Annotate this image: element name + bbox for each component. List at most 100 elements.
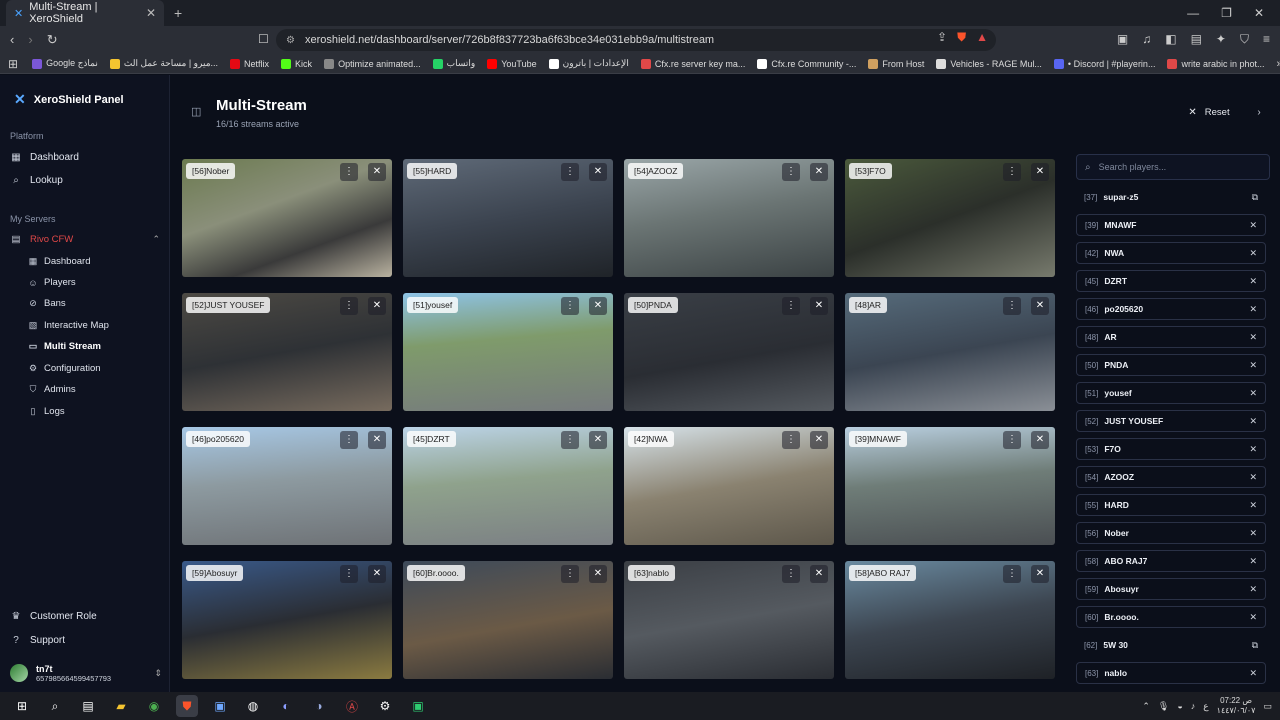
more-vertical-icon[interactable]: ⋮	[340, 565, 358, 583]
stream-tile[interactable]: [58]ABO RAJ7 ⋮ ✕	[845, 561, 1055, 679]
close-icon[interactable]: ✕	[810, 297, 828, 315]
close-icon[interactable]: ✕	[589, 565, 607, 583]
network-icon[interactable]: ◒	[1177, 701, 1182, 711]
stream-tile[interactable]: [45]DZRT ⋮ ✕	[403, 427, 613, 545]
bookmark-icon[interactable]: ☐	[258, 32, 269, 46]
search-icon[interactable]: ⌕	[44, 695, 66, 717]
stream-tile[interactable]: [53]F7O ⋮ ✕	[845, 159, 1055, 277]
bookmark-item[interactable]: الإعدادات | باترون	[548, 58, 629, 69]
remove-stream-icon[interactable]: ✕	[1249, 304, 1257, 315]
server-toggle[interactable]: ▤ Rivo CFW ⌃	[10, 234, 161, 245]
minimize-button[interactable]: —	[1187, 6, 1199, 20]
remove-stream-icon[interactable]: ✕	[1249, 612, 1257, 623]
close-icon[interactable]: ✕	[1031, 431, 1049, 449]
player-row[interactable]: [62] 5W 30 ⧉	[1076, 634, 1266, 656]
stream-tile[interactable]: [56]Nober ⋮ ✕	[182, 159, 392, 277]
stream-tile[interactable]: [52]JUST YOUSEF ⋮ ✕	[182, 293, 392, 411]
sidebar-item-server-dashboard[interactable]: ▦ Dashboard	[28, 256, 91, 267]
sidebar-item-interactive-map[interactable]: ▧ Interactive Map	[28, 320, 109, 331]
remove-stream-icon[interactable]: ✕	[1249, 220, 1257, 231]
player-row[interactable]: [56] Nober ✕	[1076, 522, 1266, 544]
discord-icon[interactable]: ◐	[275, 695, 297, 717]
stream-tile[interactable]: [59]Abosuyr ⋮ ✕	[182, 561, 392, 679]
stream-tile[interactable]: [63]nablo ⋮ ✕	[624, 561, 834, 679]
close-icon[interactable]: ✕	[368, 163, 386, 181]
sidebar-item-bans[interactable]: ⊘ Bans	[28, 298, 65, 309]
steam-icon[interactable]: ◑	[308, 695, 330, 717]
bookmark-item[interactable]: Optimize animated...	[324, 58, 421, 69]
file-explorer-icon[interactable]: ▰	[110, 695, 132, 717]
remove-stream-icon[interactable]: ✕	[1249, 416, 1257, 427]
sidebar-item-lookup[interactable]: ⌕ Lookup	[10, 175, 63, 186]
reload-icon[interactable]: ↻	[47, 32, 58, 48]
url-field[interactable]: ⚙ xeroshield.net/dashboard/server/726b8f…	[276, 29, 996, 51]
stream-tile[interactable]: [48]AR ⋮ ✕	[845, 293, 1055, 411]
brave-shield-icon[interactable]: ⛊	[957, 30, 966, 45]
close-icon[interactable]: ✕	[1031, 163, 1049, 181]
media-icon[interactable]: ♫	[1142, 32, 1151, 47]
player-row[interactable]: [60] Br.oooo. ✕	[1076, 606, 1266, 628]
close-icon[interactable]: ✕	[589, 297, 607, 315]
remove-stream-icon[interactable]: ✕	[1249, 248, 1257, 259]
close-icon[interactable]: ✕	[368, 565, 386, 583]
sidebar-item-admins[interactable]: ⛉ Admins	[28, 384, 76, 395]
remove-stream-icon[interactable]: ✕	[1249, 668, 1257, 679]
chevron-up-icon[interactable]: ⌃	[1142, 701, 1150, 712]
more-vertical-icon[interactable]: ⋮	[1003, 297, 1021, 315]
remove-stream-icon[interactable]: ✕	[1249, 528, 1257, 539]
add-stream-icon[interactable]: ⧉	[1252, 192, 1258, 203]
close-icon[interactable]: ✕	[368, 431, 386, 449]
adobe-icon[interactable]: Ⓐ	[341, 695, 363, 717]
player-row[interactable]: [39] MNAWF ✕	[1076, 214, 1266, 236]
stream-tile[interactable]: [55]HARD ⋮ ✕	[403, 159, 613, 277]
sidebar-item-players[interactable]: ☺ Players	[28, 277, 75, 288]
stream-tile[interactable]: [51]yousef ⋮ ✕	[403, 293, 613, 411]
screenshot-icon[interactable]: ▣	[1117, 32, 1128, 47]
remove-stream-icon[interactable]: ✕	[1249, 584, 1257, 595]
close-icon[interactable]: ✕	[810, 431, 828, 449]
remove-stream-icon[interactable]: ✕	[1249, 332, 1257, 343]
site-info-icon[interactable]: ⚙	[286, 35, 295, 46]
more-bookmarks-icon[interactable]: »	[1277, 58, 1280, 70]
stream-tile[interactable]: [54]AZOOZ ⋮ ✕	[624, 159, 834, 277]
bookmark-item[interactable]: Kick	[281, 58, 312, 69]
search-input[interactable]: ⌕ Search players...	[1076, 154, 1270, 180]
player-row[interactable]: [50] PNDA ✕	[1076, 354, 1266, 376]
brave-icon[interactable]: ⛊	[176, 695, 198, 717]
player-row[interactable]: [54] AZOOZ ✕	[1076, 466, 1266, 488]
close-icon[interactable]: ✕	[589, 163, 607, 181]
more-vertical-icon[interactable]: ⋮	[782, 565, 800, 583]
microphone-icon[interactable]: 🎙	[1158, 701, 1169, 712]
more-vertical-icon[interactable]: ⋮	[1003, 565, 1021, 583]
bookmark-item[interactable]: ميرو | مساحة عمل الث...	[109, 58, 218, 69]
stream-tile[interactable]: [42]NWA ⋮ ✕	[624, 427, 834, 545]
more-vertical-icon[interactable]: ⋮	[1003, 431, 1021, 449]
stream-tile[interactable]: [50]PNDA ⋮ ✕	[624, 293, 834, 411]
add-stream-icon[interactable]: ⧉	[1252, 640, 1258, 651]
clock[interactable]: 07:22 ص ١٤٤٧/٠٦/٠٧	[1217, 696, 1256, 716]
player-row[interactable]: [42] NWA ✕	[1076, 242, 1266, 264]
bookmark-item[interactable]: Cfx.re Community -...	[757, 58, 856, 69]
bookmark-item[interactable]: واتساب	[432, 58, 475, 69]
task-view-icon[interactable]: ▤	[77, 695, 99, 717]
bookmark-item[interactable]: Cfx.re server key ma...	[640, 58, 745, 69]
player-row[interactable]: [45] DZRT ✕	[1076, 270, 1266, 292]
stream-tile[interactable]: [46]po205620 ⋮ ✕	[182, 427, 392, 545]
close-icon[interactable]: ✕	[1031, 297, 1049, 315]
sidebar-item-support[interactable]: ? Support	[10, 635, 65, 646]
browser-tab[interactable]: ✕ Multi-Stream | XeroShield ✕	[6, 0, 164, 26]
forward-icon[interactable]: ›	[28, 32, 32, 48]
close-icon[interactable]: ✕	[589, 431, 607, 449]
player-row[interactable]: [37] supar-z5 ⧉	[1076, 186, 1266, 208]
sidebar-item-dashboard[interactable]: ▦ Dashboard	[10, 152, 79, 163]
new-tab-button[interactable]: +	[174, 5, 182, 21]
player-row[interactable]: [48] AR ✕	[1076, 326, 1266, 348]
menu-icon[interactable]: ≡	[1263, 32, 1270, 47]
extensions-icon[interactable]: ✦	[1216, 32, 1226, 47]
windows-start-icon[interactable]: ⊞	[11, 695, 33, 717]
close-window-button[interactable]: ✕	[1254, 6, 1264, 20]
player-row[interactable]: [63] nablo ✕	[1076, 662, 1266, 684]
sidebar-item-logs[interactable]: ▯ Logs	[28, 406, 65, 417]
chrome-icon[interactable]: ◉	[143, 695, 165, 717]
player-row[interactable]: [58] ABO RAJ7 ✕	[1076, 550, 1266, 572]
